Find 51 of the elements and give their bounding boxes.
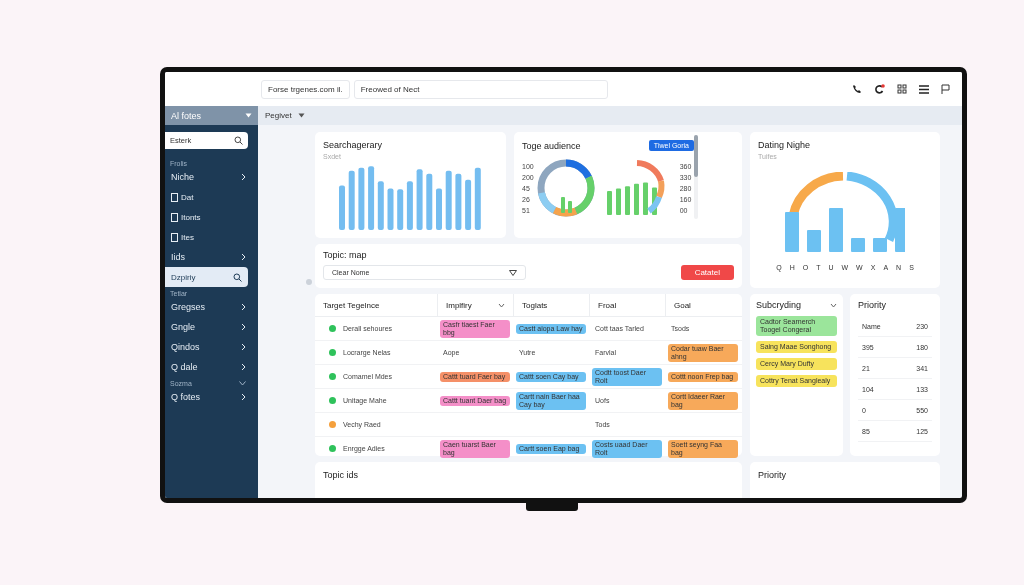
- caret-icon: [509, 269, 517, 276]
- column-header[interactable]: Implfiry: [446, 300, 472, 310]
- sidebar-item[interactable]: Itonts: [165, 207, 258, 227]
- sidebar-item[interactable]: Gngle: [165, 317, 258, 337]
- chevron-icon: [241, 323, 246, 331]
- card-title: Toge audience: [522, 140, 581, 151]
- chevron-down-icon[interactable]: [830, 302, 837, 308]
- sidebar-item[interactable]: Q dale: [165, 357, 258, 377]
- chevron-icon: [241, 253, 246, 261]
- column-header[interactable]: Target Tegelnce: [323, 300, 380, 310]
- caret-icon[interactable]: [239, 381, 246, 386]
- chevron-icon: [241, 343, 246, 351]
- sidebar-item[interactable]: Dzpiriy: [165, 267, 248, 287]
- scrollbar[interactable]: [694, 135, 699, 219]
- flag-icon[interactable]: [941, 84, 950, 94]
- caret-icon[interactable]: [297, 113, 305, 118]
- card-title: Dating Nighe: [758, 140, 812, 150]
- chevron-icon: [241, 363, 246, 371]
- column-header[interactable]: Toglats: [522, 300, 548, 310]
- chevron-down-icon[interactable]: [498, 302, 505, 308]
- column-header[interactable]: Froal: [598, 300, 617, 310]
- chevron-icon: [241, 173, 246, 181]
- grid-icon[interactable]: [897, 84, 907, 94]
- sidebar-item[interactable]: Q fotes: [165, 387, 258, 407]
- sidebar-item[interactable]: Ites: [165, 227, 258, 247]
- chevron-icon: [241, 393, 246, 401]
- sidebar-item[interactable]: Niche: [165, 167, 258, 187]
- handle-dot[interactable]: [306, 279, 312, 285]
- column-header[interactable]: Goal: [674, 300, 691, 310]
- card-title: Topic: map: [323, 250, 368, 260]
- menu-icon[interactable]: [919, 84, 929, 94]
- search-icon: [233, 272, 242, 282]
- address-field[interactable]: Forse trgenes.com il.: [261, 79, 350, 99]
- view-dropdown[interactable]: Pegivet: [265, 111, 292, 120]
- chevron-icon: [241, 303, 246, 311]
- card-title: Priority: [758, 470, 787, 480]
- search-icon: [234, 136, 243, 145]
- sidebar-item[interactable]: Gregses: [165, 297, 258, 317]
- phone-icon[interactable]: [852, 84, 862, 94]
- card-title: Topic ids: [323, 470, 359, 480]
- search-field[interactable]: Freowed of Nect: [353, 79, 608, 99]
- card-title: Searchagerary: [323, 140, 384, 150]
- sidebar-item[interactable]: Qindos: [165, 337, 258, 357]
- sidebar-item[interactable]: Dat: [165, 187, 258, 207]
- sidebar-item[interactable]: Iids: [165, 247, 258, 267]
- caret-icon[interactable]: [245, 113, 252, 118]
- card-title: Priority: [858, 300, 887, 310]
- sidebar-title: Al fotes: [171, 110, 201, 121]
- card-title: Subcryding: [756, 300, 802, 310]
- refresh-icon[interactable]: [874, 83, 885, 95]
- cancel-button[interactable]: Catatel: [680, 265, 734, 280]
